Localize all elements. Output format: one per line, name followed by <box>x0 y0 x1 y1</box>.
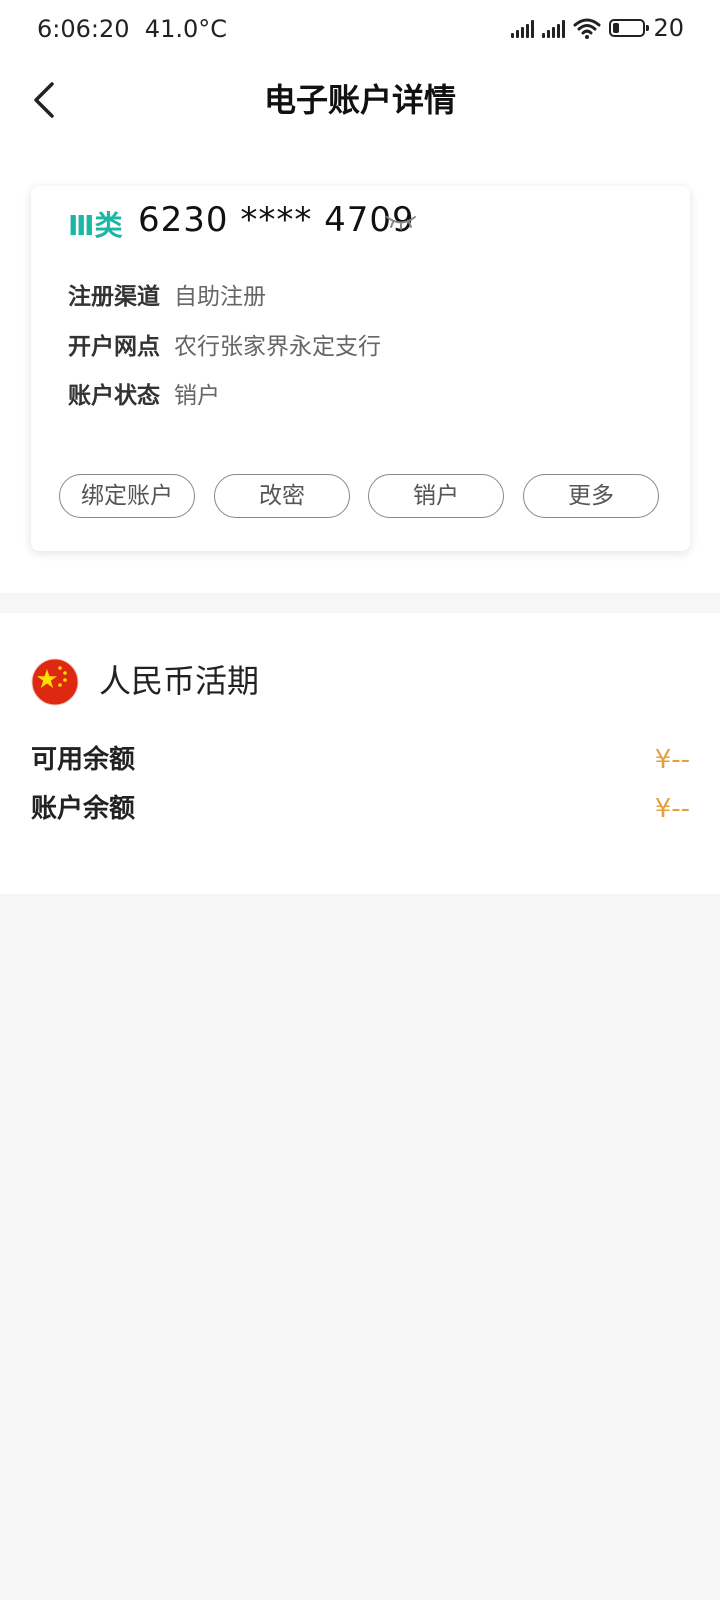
account-balance-value: ¥-- <box>654 794 690 824</box>
info-label: 开户网点 <box>68 334 160 360</box>
available-balance-row: 可用余额 ¥-- <box>31 740 690 780</box>
battery-icon <box>609 19 650 37</box>
info-label: 账户状态 <box>68 383 160 409</box>
info-value: 销户 <box>174 383 220 409</box>
info-row-register-channel: 注册渠道 自助注册 <box>68 282 266 312</box>
currency-name: 人民币活期 <box>99 662 260 700</box>
info-row-status: 账户状态 销户 <box>68 381 220 411</box>
available-balance-value: ¥-- <box>654 745 690 775</box>
account-number: 6230 **** 4709 <box>138 200 415 240</box>
signal-icon <box>542 18 566 38</box>
chevron-left-icon <box>34 82 54 118</box>
china-flag-icon <box>31 658 79 706</box>
status-icons: 20 <box>511 14 684 42</box>
status-temperature: 41.0°C <box>144 15 227 43</box>
bind-account-button[interactable]: 绑定账户 <box>59 474 195 518</box>
available-balance-label: 可用余额 <box>31 745 136 775</box>
account-balance-row: 账户余额 ¥-- <box>31 789 690 829</box>
status-time: 6:06:20 <box>37 15 130 43</box>
status-time-temp: 6:06:20 41.0°C <box>37 15 227 43</box>
balance-section: 人民币活期 可用余额 ¥-- 账户余额 ¥-- <box>0 613 720 894</box>
more-button[interactable]: 更多 <box>523 474 659 518</box>
info-row-branch: 开户网点 农行张家界永定支行 <box>68 332 381 362</box>
info-label: 注册渠道 <box>68 284 160 310</box>
page-title: 电子账户详情 <box>263 81 456 119</box>
battery-level: 20 <box>653 14 684 42</box>
change-password-button[interactable]: 改密 <box>214 474 350 518</box>
signal-icon <box>511 18 535 38</box>
back-button[interactable] <box>26 80 66 120</box>
account-balance-label: 账户余额 <box>31 794 136 824</box>
info-value: 农行张家界永定支行 <box>174 334 381 360</box>
eye-closed-icon[interactable] <box>385 214 417 230</box>
wifi-icon <box>573 18 601 39</box>
status-bar: 6:06:20 41.0°C 20 <box>0 0 720 60</box>
info-value: 自助注册 <box>174 284 266 310</box>
account-type-badge: Ⅲ类 <box>68 209 123 242</box>
top-section: 6:06:20 41.0°C 20 电子账户详情 Ⅲ类 6230 **** 47… <box>0 0 720 593</box>
account-card: Ⅲ类 6230 **** 4709 注册渠道 自助注册 开户网点 农行张家界永定支行… <box>31 186 690 551</box>
close-account-button[interactable]: 销户 <box>368 474 504 518</box>
